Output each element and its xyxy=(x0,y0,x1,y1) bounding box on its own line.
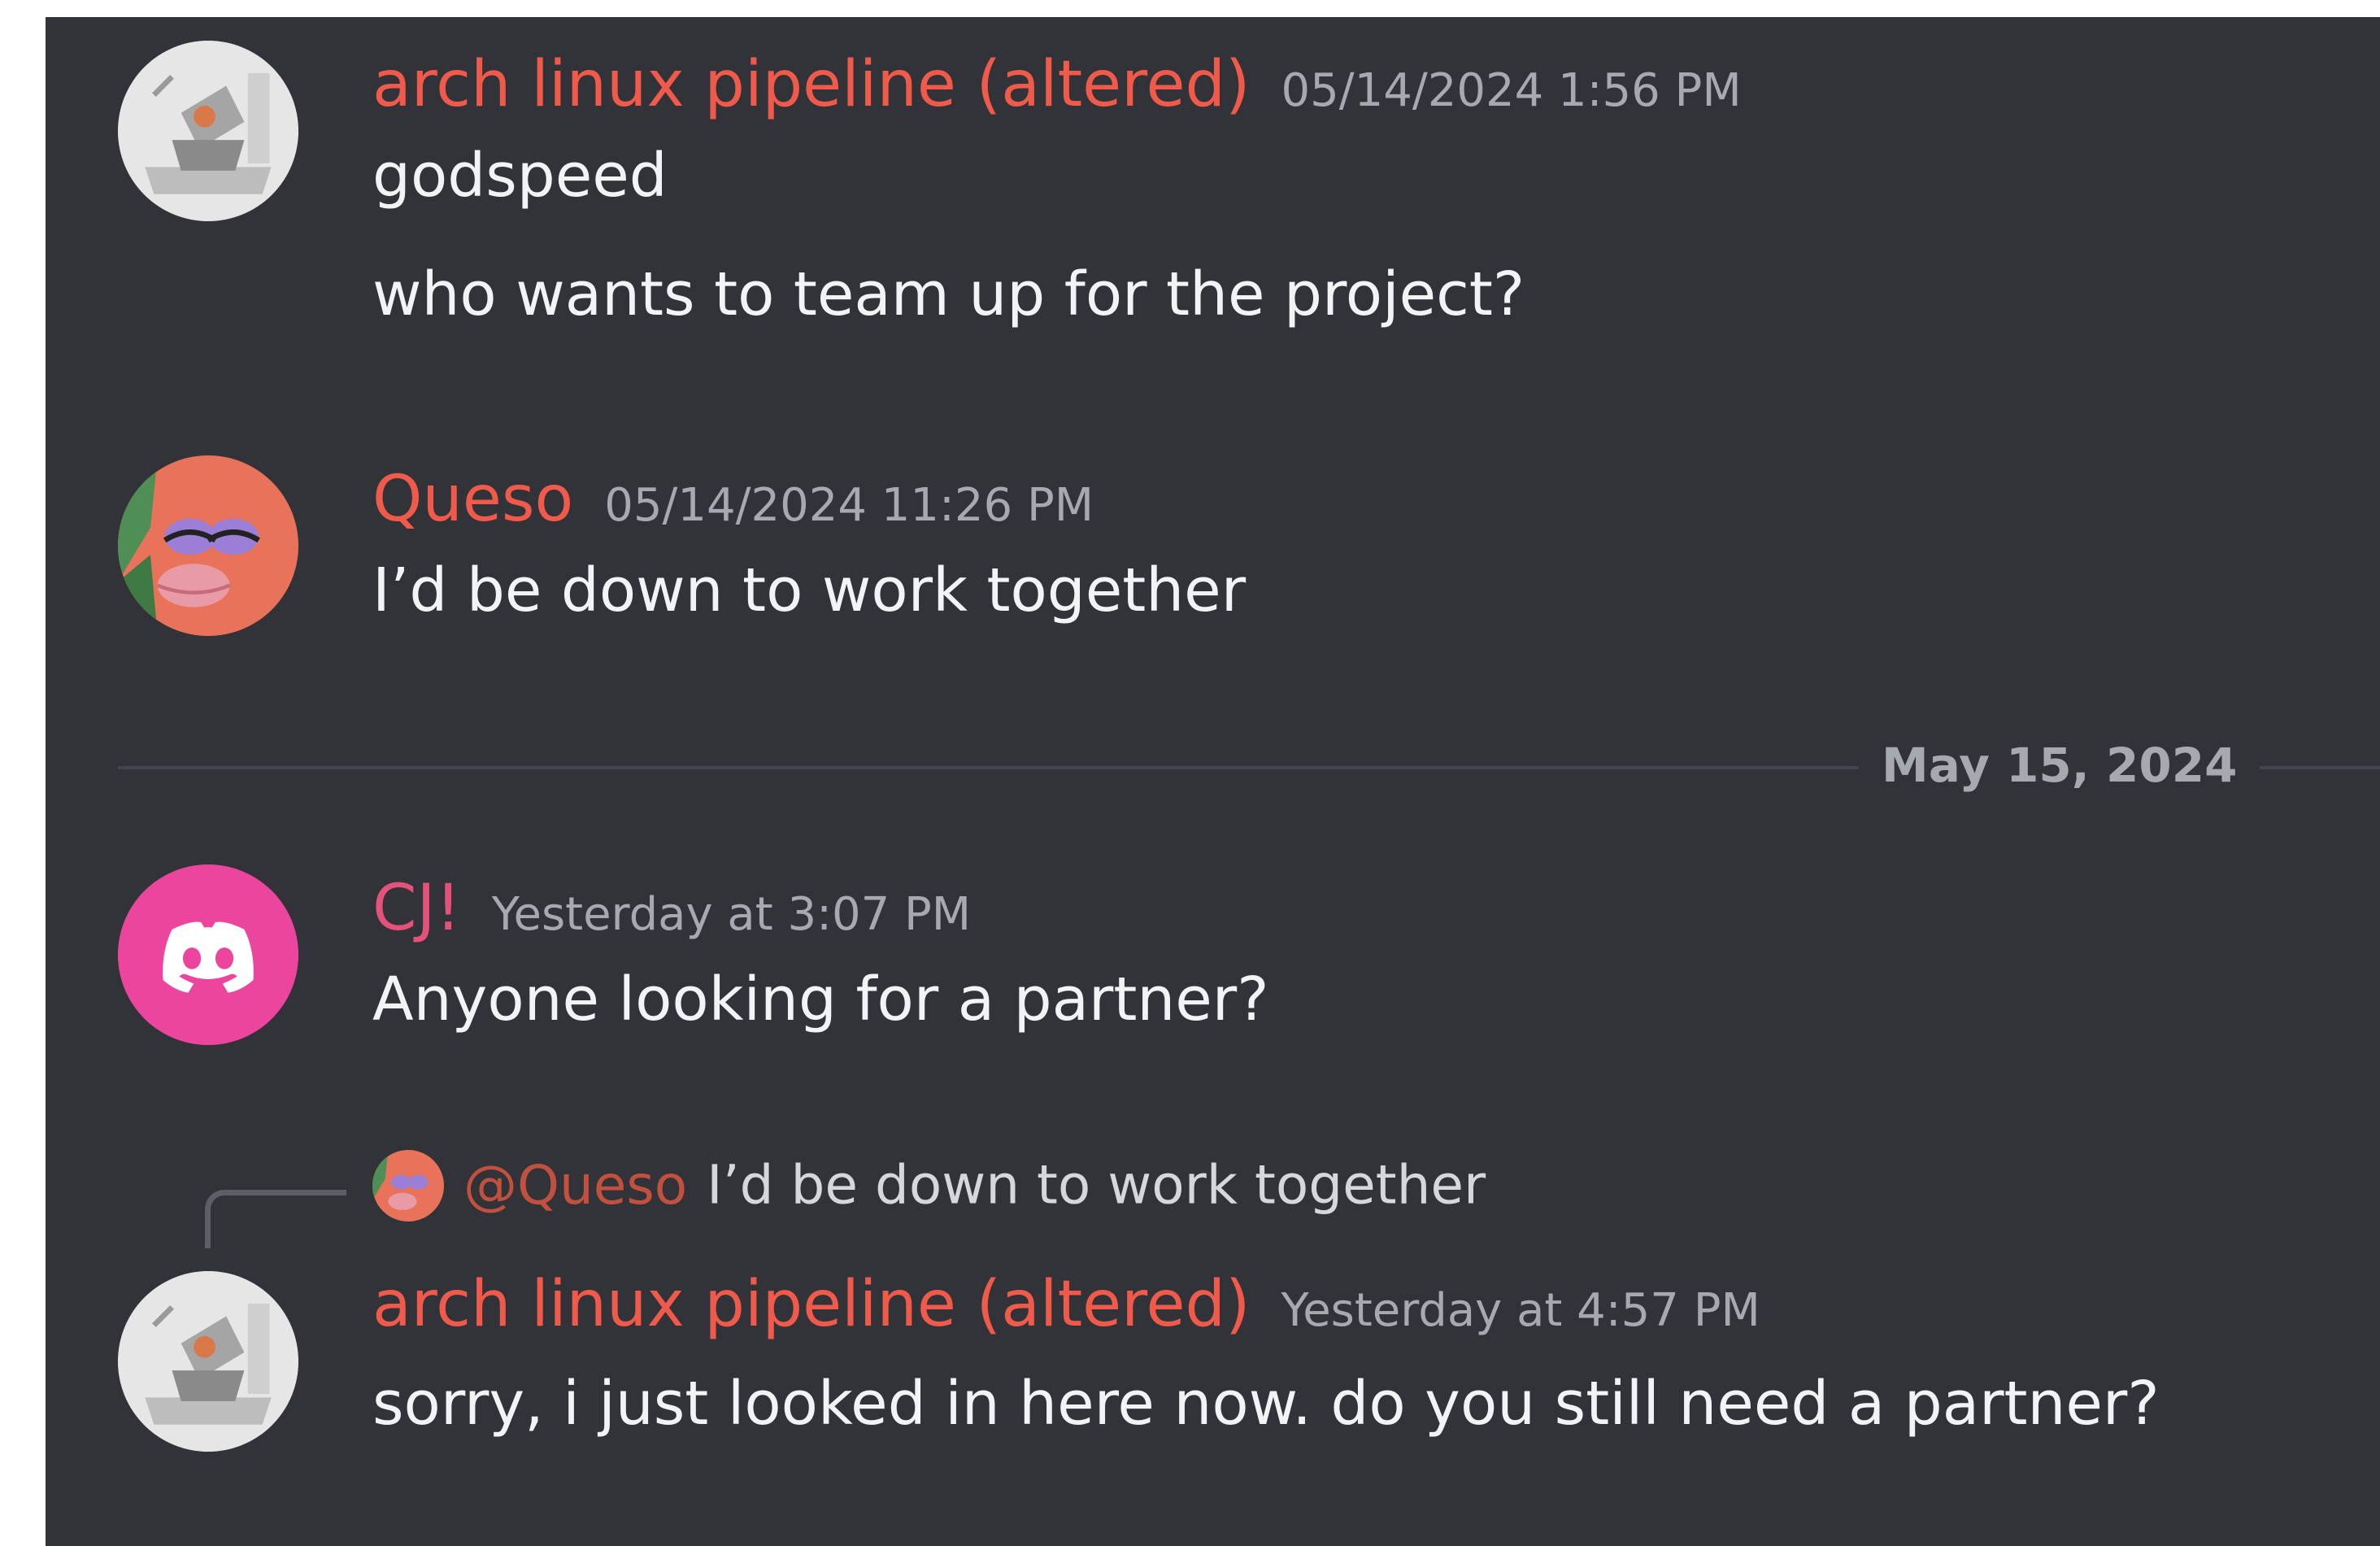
username[interactable]: arch linux pipeline (altered) xyxy=(372,48,1250,121)
message-text: godspeed xyxy=(372,141,668,211)
discord-logo-icon[interactable] xyxy=(118,864,298,1045)
message-header: Queso 05/14/2024 11:26 PM xyxy=(372,463,1094,536)
timestamp[interactable]: Yesterday at 3:07 PM xyxy=(492,888,971,941)
message-text: Anyone looking for a partner? xyxy=(372,965,1269,1034)
message-text: who wants to team up for the project? xyxy=(372,259,1525,329)
queso-avatar-icon[interactable] xyxy=(118,455,298,636)
queso-reply-avatar-icon xyxy=(372,1149,444,1222)
date-divider-label: May 15, 2024 xyxy=(1859,733,2260,798)
reply-text: I’d be down to work together xyxy=(707,1153,1486,1217)
reply-mention[interactable]: @Queso xyxy=(463,1154,687,1217)
reply-spine xyxy=(205,1190,346,1248)
chat-messages-pane: arch linux pipeline (altered) 05/14/2024 … xyxy=(46,17,2380,1546)
timestamp[interactable]: 05/14/2024 1:56 PM xyxy=(1281,64,1741,117)
message-header: CJ! Yesterday at 3:07 PM xyxy=(372,872,971,945)
message-text: sorry, i just looked in here now. do you… xyxy=(372,1369,2160,1439)
message-text: I’d be down to work together xyxy=(372,555,1247,625)
arch-avatar-icon[interactable] xyxy=(118,41,298,221)
arch-avatar-icon[interactable] xyxy=(118,1271,298,1452)
username[interactable]: Queso xyxy=(372,463,573,536)
reply-preview[interactable]: @Queso I’d be down to work together xyxy=(372,1146,1486,1224)
username[interactable]: CJ! xyxy=(372,872,461,945)
message-header: arch linux pipeline (altered) 05/14/2024 … xyxy=(372,48,1742,121)
timestamp[interactable]: Yesterday at 4:57 PM xyxy=(1281,1284,1760,1337)
message-header: arch linux pipeline (altered) Yesterday a… xyxy=(372,1268,1760,1341)
timestamp[interactable]: 05/14/2024 11:26 PM xyxy=(604,479,1094,532)
username[interactable]: arch linux pipeline (altered) xyxy=(372,1268,1250,1341)
